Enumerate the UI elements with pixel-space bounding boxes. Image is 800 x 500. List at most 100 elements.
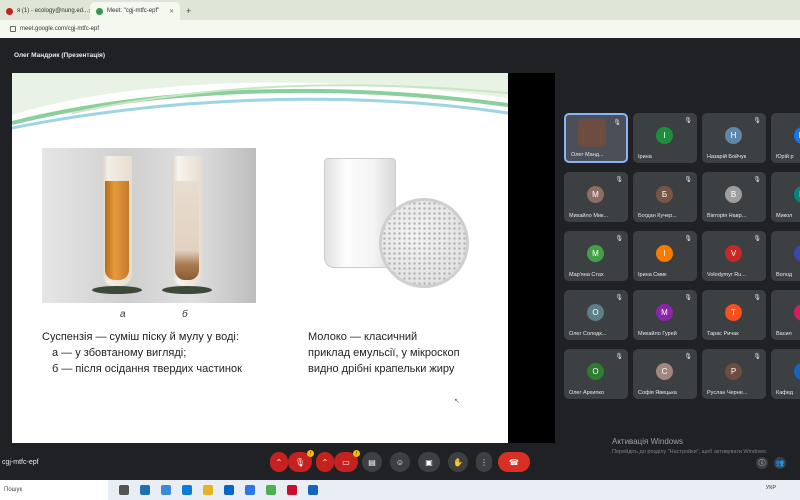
avatar: В bbox=[794, 245, 800, 262]
avatar: О bbox=[587, 363, 604, 380]
participant-tile[interactable]: О Олег Солодк... 🎙 bbox=[564, 290, 628, 340]
mic-off-icon: 🎙 bbox=[753, 354, 761, 360]
participant-name: Ірина bbox=[638, 154, 652, 160]
new-tab-button[interactable]: + bbox=[180, 2, 197, 20]
avatar: І bbox=[656, 245, 673, 262]
participant-name: Назарій Бойчук bbox=[707, 154, 747, 160]
participant-tile[interactable]: ВВасил🎙 bbox=[771, 290, 800, 340]
chrome-icon[interactable] bbox=[266, 485, 276, 495]
mic-button[interactable]: 🎙! bbox=[288, 450, 314, 472]
url-text: meet.google.com/cgj-mtfc-epf bbox=[20, 26, 100, 32]
task-view-icon[interactable] bbox=[119, 485, 129, 495]
participant-tile[interactable]: С Софія Явецька 🎙 bbox=[633, 349, 697, 399]
mic-off-icon: 🎙 bbox=[615, 177, 623, 183]
mic-off-icon: 🎙 bbox=[684, 236, 692, 242]
participant-tile[interactable]: ККафед🎙 bbox=[771, 349, 800, 399]
participant-name: Олег Архипко bbox=[569, 390, 605, 396]
mic-off-icon: 🎙 bbox=[753, 295, 761, 301]
participant-name: Руслан Черне... bbox=[707, 390, 748, 396]
participant-tile[interactable]: ММикол🎙 bbox=[771, 172, 800, 222]
participant-name: Мар'яна Стах bbox=[569, 272, 604, 278]
test-tube-b bbox=[172, 156, 202, 286]
avatar: Т bbox=[725, 304, 742, 321]
more-options-button[interactable]: ⋮ bbox=[476, 452, 492, 472]
mic-off-icon: 🎙 bbox=[613, 120, 621, 126]
participant-name: Вікторія Навр... bbox=[707, 213, 747, 219]
participant-tile[interactable]: М Михайло Гурей 🎙 bbox=[633, 290, 697, 340]
participant-tile[interactable]: Олег Манд... 🎙 bbox=[564, 113, 628, 163]
mouse-cursor-icon: ↖ bbox=[454, 398, 460, 405]
powerpoint-icon[interactable] bbox=[287, 485, 297, 495]
slide-wave-decoration bbox=[12, 73, 508, 130]
captions-button[interactable]: ▤ bbox=[362, 452, 382, 472]
participant-tile[interactable]: Н Назарій Бойчук 🎙 bbox=[702, 113, 766, 163]
edge-icon[interactable] bbox=[161, 485, 171, 495]
store-icon[interactable] bbox=[224, 485, 234, 495]
info-icon[interactable]: ⓘ bbox=[756, 457, 768, 469]
participant-tile[interactable]: О Олег Архипко 🎙 bbox=[564, 349, 628, 399]
meet-icon bbox=[96, 7, 103, 15]
participant-tile[interactable]: V Volodymyr Ru... 🎙 bbox=[702, 231, 766, 281]
caption-suspension: Суспензія — суміш піску й мулу у воді: а… bbox=[42, 331, 242, 375]
participant-name: Олег Манд... bbox=[571, 152, 604, 158]
participant-tile[interactable]: В Вікторія Навр... 🎙 bbox=[702, 172, 766, 222]
participant-tile[interactable]: М Мар'яна Стах 🎙 bbox=[564, 231, 628, 281]
participant-tile[interactable]: М Михайло Мик... 🎙 bbox=[564, 172, 628, 222]
taskbar-search[interactable]: Пошук bbox=[0, 480, 108, 500]
avatar: Р bbox=[725, 363, 742, 380]
tab-label: Meet: "cgj-mtfc-epf" bbox=[107, 8, 160, 14]
mic-off-icon: 🎙 bbox=[615, 354, 623, 360]
present-button[interactable]: ▣ bbox=[418, 452, 440, 472]
participant-name: Юрій р bbox=[776, 154, 794, 160]
avatar: М bbox=[587, 186, 604, 203]
app-icon[interactable] bbox=[308, 485, 318, 495]
participant-tile[interactable]: Т Тарас Ричак 🎙 bbox=[702, 290, 766, 340]
app-icon[interactable] bbox=[140, 485, 150, 495]
shared-screen: а б Суспензія — суміш піску й мулу у вод… bbox=[12, 73, 555, 443]
participant-tile[interactable]: ЮЮрій р🎙 bbox=[771, 113, 800, 163]
participant-name: Тарас Ричак bbox=[707, 331, 739, 337]
meet-top-strip bbox=[0, 38, 800, 48]
participant-tile[interactable]: ВВолод🎙 bbox=[771, 231, 800, 281]
leave-call-button[interactable]: ☎ bbox=[498, 452, 530, 472]
tab-meet[interactable]: Meet: "cgj-mtfc-epf" ✕ bbox=[90, 2, 180, 20]
caption-milk: Молоко — класичний приклад емульсії, у м… bbox=[308, 331, 460, 375]
tab-label: я (1) - ecology@nung.ed... bbox=[17, 8, 89, 14]
windows-activation-subtitle: Перейдіть до розділу "Настройки", щоб ак… bbox=[612, 449, 768, 455]
folder-icon[interactable] bbox=[203, 485, 213, 495]
participant-tile[interactable]: І Ірина 🎙 bbox=[633, 113, 697, 163]
emoji-button[interactable]: ☺ bbox=[390, 452, 410, 472]
avatar: Н bbox=[725, 127, 742, 144]
mic-off-icon: 🎙 bbox=[684, 177, 692, 183]
participant-tile[interactable]: Б Богдан Кучер... 🎙 bbox=[633, 172, 697, 222]
label-b: б bbox=[182, 309, 188, 320]
address-bar[interactable]: meet.google.com/cgj-mtfc-epf bbox=[0, 20, 800, 38]
mic-off-icon: 🎙 bbox=[615, 295, 623, 301]
mic-off-icon: 🎙 bbox=[753, 236, 761, 242]
camera-options-button[interactable]: ⌃ bbox=[316, 452, 334, 472]
mic-off-icon: 🎙 bbox=[753, 177, 761, 183]
avatar: Ю bbox=[794, 127, 800, 144]
mic-options-button[interactable]: ⌃ bbox=[270, 452, 288, 472]
avatar: Б bbox=[656, 186, 673, 203]
raise-hand-button[interactable]: ✋ bbox=[448, 452, 468, 472]
tab-ecology[interactable]: я (1) - ecology@nung.ed... ✕ bbox=[0, 2, 90, 20]
camera-button[interactable]: ▭! bbox=[334, 450, 360, 472]
people-icon[interactable]: 👥 bbox=[774, 457, 786, 469]
warning-badge: ! bbox=[307, 450, 314, 457]
lock-icon bbox=[10, 26, 16, 32]
close-icon[interactable]: ✕ bbox=[169, 8, 174, 15]
tube-stand bbox=[162, 286, 212, 294]
taskbar-language[interactable]: УКР bbox=[766, 485, 776, 491]
mic-off-icon: 🎙 bbox=[753, 118, 761, 124]
avatar: С bbox=[656, 363, 673, 380]
participant-name: Богдан Кучер... bbox=[638, 213, 677, 219]
mic-off-icon: 🎙 bbox=[684, 118, 692, 124]
word-icon[interactable] bbox=[245, 485, 255, 495]
microscope-view bbox=[379, 198, 469, 288]
participant-tile[interactable]: І Ірина Смик 🎙 bbox=[633, 231, 697, 281]
avatar: М bbox=[794, 186, 800, 203]
participant-tile[interactable]: Р Руслан Черне... 🎙 bbox=[702, 349, 766, 399]
edge-icon[interactable] bbox=[182, 485, 192, 495]
browser-tab-bar: я (1) - ecology@nung.ed... ✕ Meet: "cgj-… bbox=[0, 0, 800, 20]
